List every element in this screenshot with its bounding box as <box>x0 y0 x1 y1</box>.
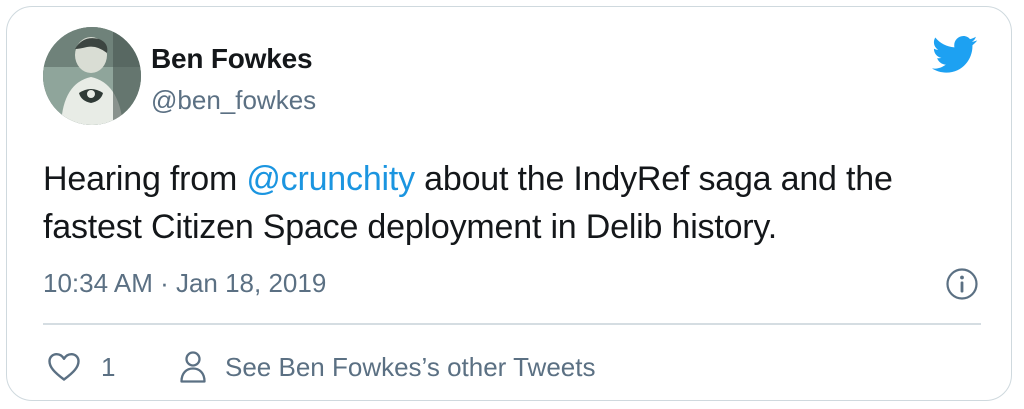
heart-icon <box>48 353 80 381</box>
avatar[interactable] <box>43 27 141 125</box>
mention-link[interactable]: @crunchity <box>246 160 415 198</box>
tweet-card: Ben Fowkes @ben_fowkes Hearing from @cru… <box>6 6 1012 401</box>
tweet-timestamp[interactable]: 10:34 AM · Jan 18, 2019 <box>43 268 326 299</box>
author-name[interactable]: Ben Fowkes <box>151 43 313 75</box>
person-icon <box>180 351 206 383</box>
divider <box>43 323 981 325</box>
info-icon[interactable] <box>945 267 979 301</box>
twitter-bird-icon[interactable] <box>932 35 978 75</box>
tweet-text-before: Hearing from <box>43 160 247 198</box>
other-tweets-link[interactable]: See Ben Fowkes’s other Tweets <box>179 345 595 389</box>
author-handle[interactable]: @ben_fowkes <box>151 85 316 116</box>
like-count: 1 <box>101 351 116 382</box>
avatar-image <box>43 27 141 125</box>
other-tweets-label: See Ben Fowkes’s other Tweets <box>225 351 596 382</box>
like-button[interactable]: 1 <box>47 345 115 389</box>
tweet-text: Hearing from @crunchity about the IndyRe… <box>43 155 983 251</box>
